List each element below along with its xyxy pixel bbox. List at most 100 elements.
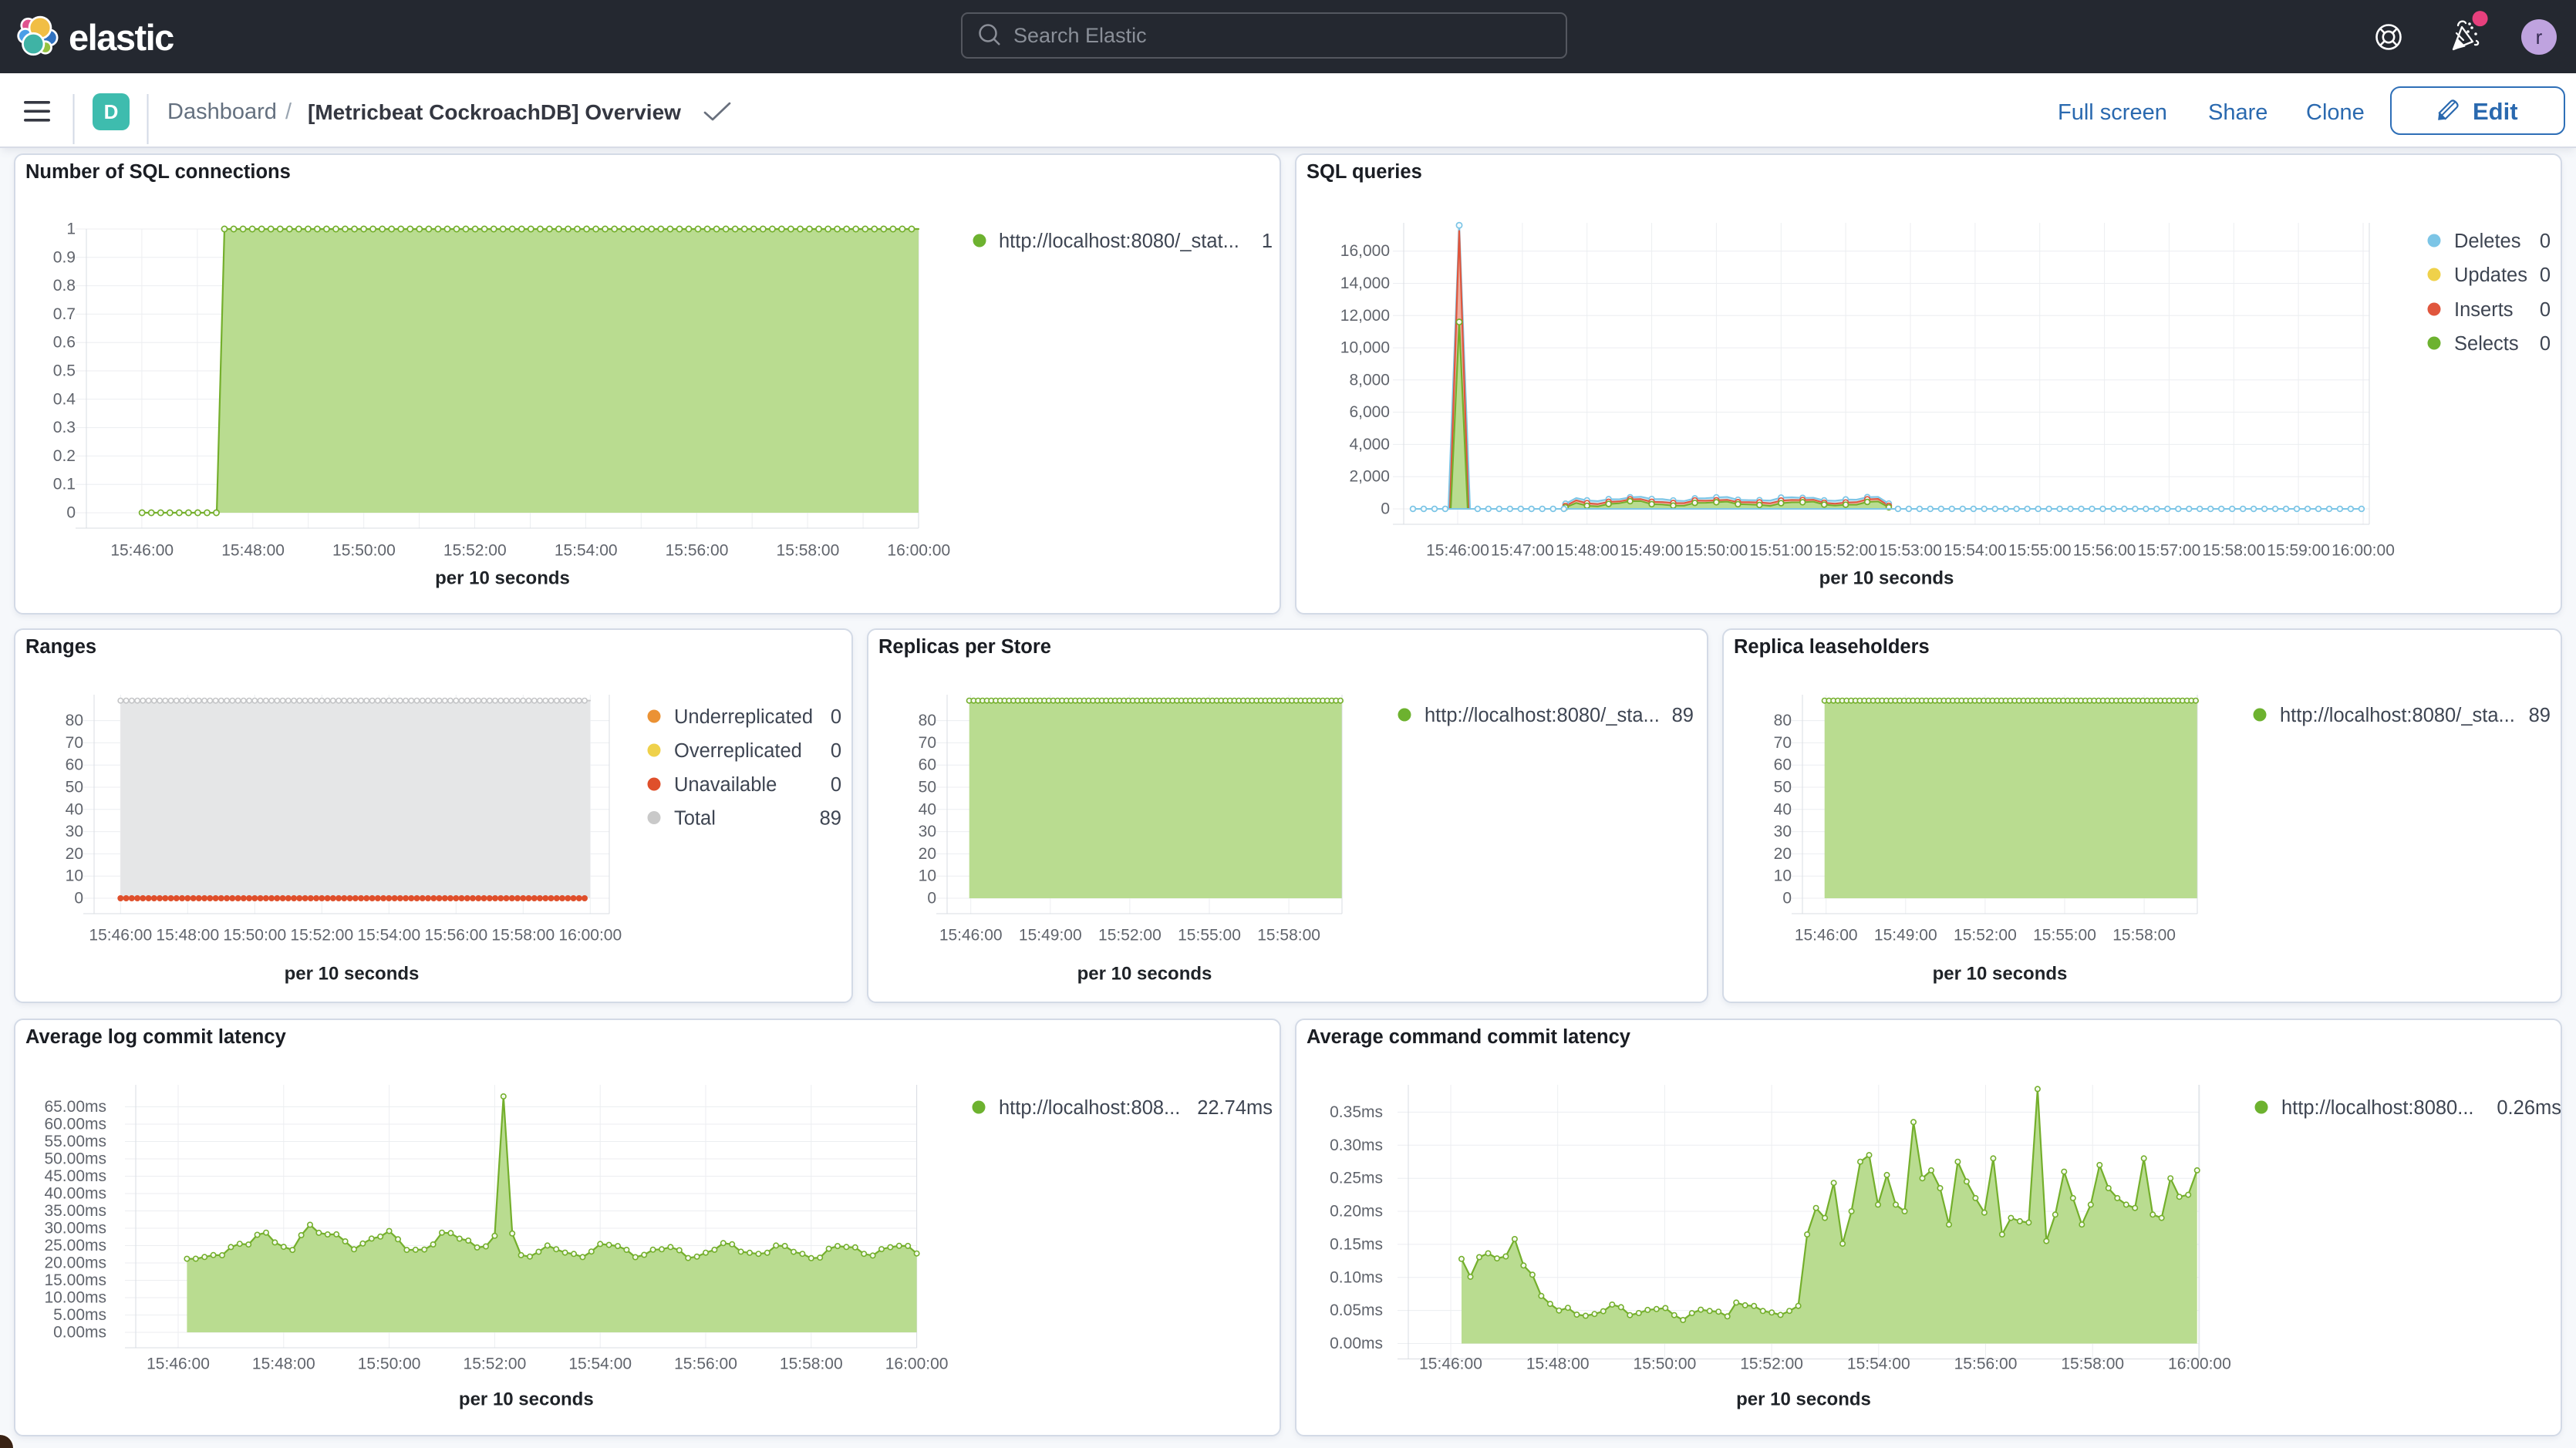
svg-text:15:58:00: 15:58:00 — [780, 1355, 843, 1373]
svg-text:50: 50 — [1774, 779, 1792, 796]
svg-text:0.4: 0.4 — [53, 390, 76, 408]
svg-text:5.00ms: 5.00ms — [53, 1306, 106, 1324]
svg-text:15:54:00: 15:54:00 — [555, 542, 618, 560]
svg-text:15:54:00: 15:54:00 — [357, 927, 420, 945]
svg-text:15:54:00: 15:54:00 — [1944, 542, 2007, 560]
svg-text:10: 10 — [66, 867, 83, 885]
svg-text:0: 0 — [1381, 500, 1390, 518]
svg-text:15:46:00: 15:46:00 — [147, 1355, 210, 1373]
svg-text:0.5: 0.5 — [53, 362, 76, 380]
svg-text:15:46:00: 15:46:00 — [939, 927, 1003, 945]
svg-text:Unavailable: Unavailable — [674, 774, 777, 796]
svg-text:1: 1 — [1262, 231, 1273, 252]
svg-text:per 10 seconds: per 10 seconds — [1933, 964, 2068, 985]
svg-text:89: 89 — [2529, 705, 2551, 726]
svg-text:15:46:00: 15:46:00 — [89, 927, 152, 945]
svg-text:15:50:00: 15:50:00 — [223, 927, 286, 945]
svg-text:15:54:00: 15:54:00 — [568, 1355, 632, 1373]
svg-text:16:00:00: 16:00:00 — [2332, 542, 2395, 560]
svg-text:80: 80 — [919, 712, 936, 729]
svg-text:per 10 seconds: per 10 seconds — [1077, 964, 1212, 985]
svg-text:15:49:00: 15:49:00 — [1620, 542, 1684, 560]
svg-text:14,000: 14,000 — [1340, 274, 1390, 292]
svg-text:0.1: 0.1 — [53, 476, 76, 493]
svg-text:0.6: 0.6 — [53, 334, 76, 352]
svg-text:0.2: 0.2 — [53, 447, 76, 465]
svg-text:0: 0 — [831, 740, 841, 762]
svg-text:15:48:00: 15:48:00 — [156, 927, 219, 945]
svg-text:per 10 seconds: per 10 seconds — [1736, 1389, 1871, 1410]
svg-text:0.15ms: 0.15ms — [1330, 1235, 1383, 1253]
svg-text:15:48:00: 15:48:00 — [252, 1355, 315, 1373]
svg-text:0.8: 0.8 — [53, 277, 76, 295]
svg-text:15:56:00: 15:56:00 — [2073, 542, 2136, 560]
svg-text:0: 0 — [927, 890, 936, 908]
svg-text:55.00ms: 55.00ms — [44, 1133, 106, 1150]
svg-text:15:50:00: 15:50:00 — [332, 542, 396, 560]
svg-text:15:59:00: 15:59:00 — [2267, 542, 2330, 560]
svg-text:60: 60 — [66, 756, 83, 774]
svg-text:0.35ms: 0.35ms — [1330, 1103, 1383, 1121]
svg-text:15:49:00: 15:49:00 — [1019, 927, 1082, 945]
svg-text:15:58:00: 15:58:00 — [1257, 927, 1320, 945]
svg-text:10.00ms: 10.00ms — [44, 1289, 106, 1307]
svg-text:http://localhost:8080...: http://localhost:8080... — [2281, 1097, 2474, 1119]
svg-text:50.00ms: 50.00ms — [44, 1150, 106, 1168]
svg-text:15:58:00: 15:58:00 — [777, 542, 840, 560]
svg-text:15:48:00: 15:48:00 — [1526, 1355, 1590, 1373]
svg-text:30.00ms: 30.00ms — [44, 1220, 106, 1238]
svg-text:15:53:00: 15:53:00 — [1879, 542, 1942, 560]
svg-text:15:58:00: 15:58:00 — [2112, 927, 2176, 945]
svg-text:40: 40 — [919, 800, 936, 818]
svg-text:0.26ms: 0.26ms — [2497, 1097, 2561, 1119]
svg-text:6,000: 6,000 — [1349, 403, 1390, 421]
svg-text:15:58:00: 15:58:00 — [2061, 1355, 2124, 1373]
svg-text:10: 10 — [1774, 867, 1792, 885]
svg-text:16,000: 16,000 — [1340, 242, 1390, 260]
svg-text:0: 0 — [2540, 231, 2551, 252]
svg-text:per 10 seconds: per 10 seconds — [435, 568, 570, 589]
svg-text:15:50:00: 15:50:00 — [1685, 542, 1748, 560]
svg-text:60: 60 — [919, 756, 936, 774]
svg-text:http://localhost:8080/_stat...: http://localhost:8080/_stat... — [999, 231, 1239, 252]
svg-text:40: 40 — [1774, 800, 1792, 818]
svg-text:35.00ms: 35.00ms — [44, 1202, 106, 1220]
svg-text:0.9: 0.9 — [53, 248, 76, 266]
svg-text:30: 30 — [66, 823, 83, 840]
svg-text:15:47:00: 15:47:00 — [1491, 542, 1554, 560]
svg-text:22.74ms: 22.74ms — [1197, 1097, 1273, 1119]
svg-text:16:00:00: 16:00:00 — [558, 927, 622, 945]
svg-text:65.00ms: 65.00ms — [44, 1098, 106, 1116]
svg-text:0.00ms: 0.00ms — [53, 1324, 106, 1342]
svg-text:20.00ms: 20.00ms — [44, 1254, 106, 1272]
svg-text:Selects: Selects — [2454, 333, 2519, 355]
svg-text:80: 80 — [1774, 712, 1792, 729]
svg-text:15:52:00: 15:52:00 — [290, 927, 353, 945]
svg-text:1: 1 — [66, 221, 76, 238]
svg-text:Updates: Updates — [2454, 264, 2527, 286]
svg-text:16:00:00: 16:00:00 — [885, 1355, 949, 1373]
svg-text:0.20ms: 0.20ms — [1330, 1203, 1383, 1221]
svg-text:45.00ms: 45.00ms — [44, 1167, 106, 1185]
svg-text:12,000: 12,000 — [1340, 307, 1390, 325]
svg-text:per 10 seconds: per 10 seconds — [459, 1389, 594, 1410]
svg-text:15:56:00: 15:56:00 — [666, 542, 729, 560]
svg-text:per 10 seconds: per 10 seconds — [1819, 568, 1954, 589]
svg-text:60.00ms: 60.00ms — [44, 1116, 106, 1133]
svg-text:60: 60 — [1774, 756, 1792, 774]
svg-text:http://localhost:808...: http://localhost:808... — [999, 1097, 1180, 1119]
svg-text:0.3: 0.3 — [53, 419, 76, 436]
svg-text:2,000: 2,000 — [1349, 468, 1390, 486]
svg-text:15:52:00: 15:52:00 — [464, 1355, 527, 1373]
svg-text:70: 70 — [66, 734, 83, 752]
svg-text:0.10ms: 0.10ms — [1330, 1268, 1383, 1286]
svg-text:15:46:00: 15:46:00 — [110, 542, 174, 560]
svg-text:15:54:00: 15:54:00 — [1847, 1355, 1910, 1373]
svg-text:0: 0 — [2540, 333, 2551, 355]
svg-text:15:52:00: 15:52:00 — [1740, 1355, 1803, 1373]
svg-text:8,000: 8,000 — [1349, 371, 1390, 389]
svg-text:0: 0 — [66, 504, 76, 522]
svg-text:15:56:00: 15:56:00 — [424, 927, 487, 945]
svg-text:Deletes: Deletes — [2454, 231, 2520, 252]
svg-text:15:50:00: 15:50:00 — [358, 1355, 421, 1373]
